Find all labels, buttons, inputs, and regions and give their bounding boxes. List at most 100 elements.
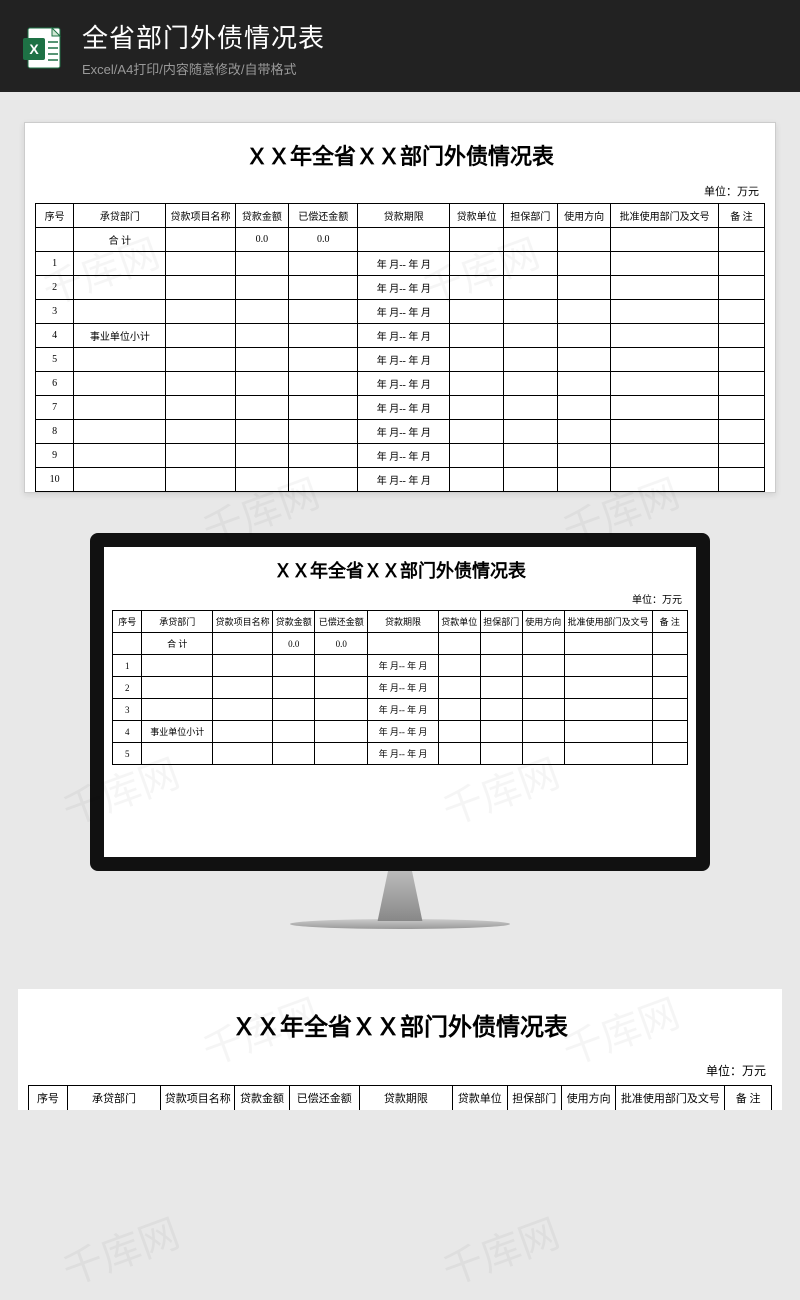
table-row: 8 年 月-- 年 月	[36, 420, 765, 444]
total-row: 合 计 0.0 0.0	[113, 633, 688, 655]
sheet-title: ＸＸ年全省ＸＸ部门外债情况表	[35, 131, 765, 181]
page-subtitle: Excel/A4打印/内容随意修改/自带格式	[82, 59, 780, 78]
table-row: 6年 月-- 年 月	[36, 372, 765, 396]
cell-period: 年 月-- 年 月	[358, 348, 450, 372]
monitor-stand	[360, 871, 440, 921]
cell-period: 年 月-- 年 月	[358, 252, 450, 276]
cell-dept	[142, 743, 213, 765]
cell-seq: 5	[113, 743, 142, 765]
cell-dept	[74, 348, 166, 372]
cell-seq: 4	[36, 324, 74, 348]
table-row: 3 年 月-- 年 月	[113, 699, 688, 721]
sheet-title-bottom: ＸＸ年全省ＸＸ部门外债情况表	[28, 997, 772, 1060]
table-row: 5 年 月-- 年 月	[113, 743, 688, 765]
cell-seq: 1	[36, 252, 74, 276]
sheet-bottom-crop: ＸＸ年全省ＸＸ部门外债情况表 单位：万元 序号 承贷部门 贷款项目名称 贷款金额…	[18, 989, 782, 1110]
header-text-block: 全省部门外债情况表 Excel/A4打印/内容随意修改/自带格式	[82, 18, 780, 78]
total-row: 合 计 0.0 0.0	[36, 228, 765, 252]
table-row: 1 年 月-- 年 月	[36, 252, 765, 276]
cell-dept	[74, 420, 166, 444]
table-row: 2 年 月-- 年 月	[36, 276, 765, 300]
unit-label: 单位：万元	[35, 181, 765, 203]
table-row: 3 年 月-- 年 月	[36, 300, 765, 324]
sheet-preview-panel: ＸＸ年全省ＸＸ部门外债情况表 单位：万元 序号 承贷部门 贷款项目名称 贷款金额…	[24, 122, 776, 493]
cell-dept	[74, 444, 166, 468]
monitor-bezel: ＸＸ年全省ＸＸ部门外债情况表 单位：万元 序号 承贷部门 贷款项目名称 贷款金额…	[90, 533, 710, 871]
sheet-title-monitor: ＸＸ年全省ＸＸ部门外债情况表	[112, 553, 688, 589]
table-row: 4事业单位小计 年 月-- 年 月	[113, 721, 688, 743]
cell-seq: 2	[113, 677, 142, 699]
col-amount: 贷款金额	[235, 204, 289, 228]
cell-period: 年 月-- 年 月	[368, 743, 439, 765]
cell-dept: 事业单位小计	[142, 721, 213, 743]
col-seq: 序号	[36, 204, 74, 228]
cell-seq: 4	[113, 721, 142, 743]
cell-dept	[74, 396, 166, 420]
cell-period: 年 月-- 年 月	[358, 372, 450, 396]
cell-period: 年 月-- 年 月	[358, 276, 450, 300]
cell-period: 年 月-- 年 月	[358, 300, 450, 324]
watermark: 千库网	[54, 1201, 187, 1297]
table-row: 7 年 月-- 年 月	[36, 396, 765, 420]
cell-seq: 7	[36, 396, 74, 420]
total-paid: 0.0	[289, 228, 358, 252]
unit-label-monitor: 单位：万元	[112, 589, 688, 610]
table-header-row: 序号 承贷部门 贷款项目名称 贷款金额 已偿还金额 贷款期限 贷款单位 担保部门…	[36, 204, 765, 228]
watermark: 千库网	[434, 1201, 567, 1297]
cell-dept	[74, 276, 166, 300]
excel-file-icon: X	[20, 24, 68, 72]
total-label: 合 计	[74, 228, 166, 252]
cell-period: 年 月-- 年 月	[358, 468, 450, 492]
cell-seq: 9	[36, 444, 74, 468]
cell-period: 年 月-- 年 月	[358, 420, 450, 444]
col-project: 贷款项目名称	[166, 204, 235, 228]
cell-period: 年 月-- 年 月	[368, 699, 439, 721]
cell-period: 年 月-- 年 月	[358, 444, 450, 468]
unit-label-bottom: 单位：万元	[28, 1060, 772, 1085]
col-dept: 承贷部门	[74, 204, 166, 228]
cell-seq: 1	[113, 655, 142, 677]
table-header-row: 序号 承贷部门 贷款项目名称 贷款金额 已偿还金额 贷款期限 贷款单位 担保部门…	[29, 1086, 772, 1111]
cell-dept	[74, 372, 166, 396]
header-bar: X 全省部门外债情况表 Excel/A4打印/内容随意修改/自带格式	[0, 0, 800, 92]
debt-table-monitor: 序号 承贷部门 贷款项目名称 贷款金额 已偿还金额 贷款期限 贷款单位 担保部门…	[112, 610, 688, 765]
cell-dept	[142, 699, 213, 721]
table-row: 9 年 月-- 年 月	[36, 444, 765, 468]
cell-period: 年 月-- 年 月	[368, 655, 439, 677]
cell-dept	[74, 252, 166, 276]
col-note: 备 注	[718, 204, 764, 228]
debt-table: 序号 承贷部门 贷款项目名称 贷款金额 已偿还金额 贷款期限 贷款单位 担保部门…	[35, 203, 765, 492]
table-header-row: 序号 承贷部门 贷款项目名称 贷款金额 已偿还金额 贷款期限 贷款单位 担保部门…	[113, 611, 688, 633]
table-row: 5 年 月-- 年 月	[36, 348, 765, 372]
cell-seq: 2	[36, 276, 74, 300]
table-row: 2 年 月-- 年 月	[113, 677, 688, 699]
cell-seq: 5	[36, 348, 74, 372]
page-title: 全省部门外债情况表	[82, 18, 780, 55]
cell-seq: 8	[36, 420, 74, 444]
svg-text:X: X	[29, 41, 39, 57]
cell-period: 年 月-- 年 月	[368, 677, 439, 699]
cell-period: 年 月-- 年 月	[358, 324, 450, 348]
cell-dept	[142, 677, 213, 699]
cell-dept	[74, 468, 166, 492]
table-row: 10 年 月-- 年 月	[36, 468, 765, 492]
cell-dept	[142, 655, 213, 677]
monitor-screen-content: ＸＸ年全省ＸＸ部门外债情况表 单位：万元 序号 承贷部门 贷款项目名称 贷款金额…	[104, 547, 696, 857]
col-paid: 已偿还金额	[289, 204, 358, 228]
col-period: 贷款期限	[358, 204, 450, 228]
cell-dept	[74, 300, 166, 324]
table-row: 4事业单位小计 年 月-- 年 月	[36, 324, 765, 348]
cell-period: 年 月-- 年 月	[368, 721, 439, 743]
cell-seq: 3	[36, 300, 74, 324]
total-amount: 0.0	[235, 228, 289, 252]
cell-period: 年 月-- 年 月	[358, 396, 450, 420]
col-usage: 使用方向	[557, 204, 611, 228]
cell-seq: 3	[113, 699, 142, 721]
table-row: 1 年 月-- 年 月	[113, 655, 688, 677]
col-loan-unit: 贷款单位	[450, 204, 504, 228]
debt-table-bottom: 序号 承贷部门 贷款项目名称 贷款金额 已偿还金额 贷款期限 贷款单位 担保部门…	[28, 1085, 772, 1110]
col-guarantee: 担保部门	[504, 204, 558, 228]
cell-dept: 事业单位小计	[74, 324, 166, 348]
cell-seq: 10	[36, 468, 74, 492]
col-approval: 批准使用部门及文号	[611, 204, 718, 228]
